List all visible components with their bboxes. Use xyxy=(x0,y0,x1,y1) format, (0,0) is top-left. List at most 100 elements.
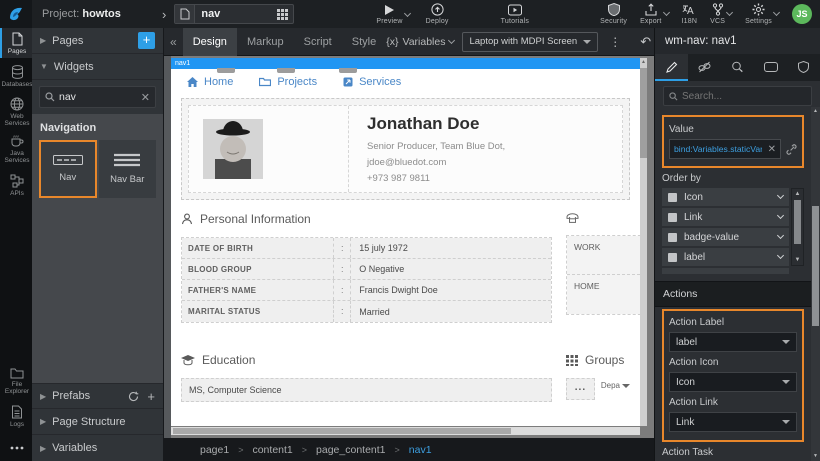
sidebar-item-web-services[interactable]: Web Services xyxy=(0,93,32,130)
add-page-button[interactable]: + xyxy=(138,32,155,49)
checkbox[interactable] xyxy=(668,233,677,242)
widget-search-input[interactable] xyxy=(59,91,137,103)
contact-section[interactable]: WORK HOME xyxy=(566,212,630,323)
chevron-down-icon[interactable] xyxy=(777,212,784,219)
widgets-accordion-header[interactable]: ▼ Widgets xyxy=(32,54,163,80)
variables-accordion-header[interactable]: ▶ Variables xyxy=(32,435,163,461)
education-row[interactable]: MS, Computer Science xyxy=(181,378,552,402)
tab-design[interactable]: Design xyxy=(183,28,237,56)
profile-panel[interactable]: Jonathan Doe Senior Producer, Team Blue … xyxy=(181,98,630,200)
vcs-button[interactable]: VCS xyxy=(710,3,725,25)
clear-binding-icon[interactable]: ✕ xyxy=(764,144,780,155)
pages-grid-icon[interactable] xyxy=(271,9,293,20)
chevron-down-icon[interactable] xyxy=(777,192,784,199)
tab-properties[interactable] xyxy=(655,54,688,81)
order-by-item-badge-value[interactable]: badge-value xyxy=(662,228,789,246)
chevron-down-icon[interactable] xyxy=(777,252,784,259)
preview-button[interactable]: Preview xyxy=(376,4,402,25)
order-by-item-clipped[interactable] xyxy=(662,268,789,274)
tab-events[interactable] xyxy=(721,54,754,81)
tutorials-button[interactable]: Tutorials xyxy=(501,4,529,25)
nav-item-projects[interactable]: Projects xyxy=(259,76,317,88)
settings-button[interactable]: Settings xyxy=(745,3,772,25)
deploy-button[interactable]: Deploy xyxy=(426,3,449,25)
add-prefab-button[interactable]: + xyxy=(147,391,155,402)
refresh-icon[interactable] xyxy=(128,391,139,402)
device-selector[interactable]: Laptop with MDPI Screen xyxy=(462,32,598,52)
table-row[interactable]: BLOOD GROUP : O Negative xyxy=(182,259,551,280)
nav-item-home[interactable]: Home xyxy=(187,76,233,88)
breadcrumb-item-current[interactable]: nav1 xyxy=(409,444,432,456)
collapse-left-panel-button[interactable]: « xyxy=(164,35,183,49)
order-by-item-icon[interactable]: Icon xyxy=(662,188,789,206)
scroll-up-arrow[interactable]: ▲ xyxy=(811,107,820,116)
vertical-scroll-thumb[interactable] xyxy=(640,68,647,158)
education-section[interactable]: Education MS, Computer Science xyxy=(181,353,552,402)
checkbox[interactable] xyxy=(668,213,677,222)
table-row[interactable]: MARITAL STATUS : Married xyxy=(182,301,551,322)
sidebar-item-apis[interactable]: APIs xyxy=(0,167,32,202)
i18n-button[interactable]: A I18N xyxy=(682,4,698,25)
drag-handle[interactable] xyxy=(339,68,357,73)
tab-devices[interactable] xyxy=(754,54,787,81)
scroll-up-arrow[interactable]: ▲ xyxy=(640,58,647,66)
clear-search-icon[interactable]: ✕ xyxy=(141,91,150,104)
contact-row-work[interactable]: WORK xyxy=(567,236,640,275)
horizontal-scroll-thumb[interactable] xyxy=(173,428,511,434)
table-row[interactable]: DATE OF BIRTH : 15 july 1972 xyxy=(182,238,551,259)
page-switcher[interactable]: nav xyxy=(174,4,294,24)
tab-markup[interactable]: Markup xyxy=(237,28,294,56)
checkbox[interactable] xyxy=(668,253,677,262)
drag-handle[interactable] xyxy=(217,68,235,73)
widget-tile-nav[interactable]: Nav xyxy=(39,140,97,198)
groups-section[interactable]: Groups ... Depa xyxy=(566,353,630,402)
sidebar-item-logs[interactable]: Logs xyxy=(0,398,32,433)
breadcrumb-item[interactable]: page_content1 xyxy=(316,444,385,456)
tab-style[interactable]: Style xyxy=(342,28,386,56)
tab-styles[interactable] xyxy=(688,54,721,81)
prefabs-accordion-header[interactable]: ▶ Prefabs + xyxy=(32,383,163,409)
wavemaker-logo[interactable] xyxy=(0,0,32,28)
sidebar-item-pages[interactable]: Pages xyxy=(0,28,32,58)
scroll-thumb[interactable] xyxy=(794,200,801,244)
actions-section-header[interactable]: Actions xyxy=(655,281,820,307)
preview-chevron-icon[interactable] xyxy=(404,9,411,16)
checkbox[interactable] xyxy=(668,193,677,202)
page-preview[interactable]: nav1 Home Projects xyxy=(171,58,640,426)
canvas-vertical-scrollbar[interactable]: ▲ xyxy=(640,58,647,426)
properties-search-input[interactable] xyxy=(682,91,806,102)
order-by-item-link[interactable]: Link xyxy=(662,208,789,226)
scroll-down-arrow[interactable]: ▼ xyxy=(792,255,803,265)
order-by-item-label[interactable]: label xyxy=(662,248,789,266)
action-label-select[interactable]: label xyxy=(669,332,797,352)
canvas-horizontal-scrollbar[interactable] xyxy=(171,427,640,435)
settings-chevron-icon[interactable] xyxy=(773,9,780,16)
action-icon-select[interactable]: Icon xyxy=(669,372,797,392)
chevron-down-icon[interactable] xyxy=(777,232,784,239)
vcs-chevron-icon[interactable] xyxy=(726,9,733,16)
nav-item-services[interactable]: Services xyxy=(343,76,401,88)
bind-link-icon[interactable] xyxy=(786,144,797,155)
export-chevron-icon[interactable] xyxy=(662,9,669,16)
scroll-thumb[interactable] xyxy=(812,206,819,326)
page-structure-accordion-header[interactable]: ▶ Page Structure xyxy=(32,409,163,435)
rail-more-button[interactable] xyxy=(0,433,32,461)
order-by-scrollbar[interactable]: ▲ ▼ xyxy=(791,188,804,266)
breadcrumb-item[interactable]: content1 xyxy=(252,444,292,456)
sidebar-item-file-explorer[interactable]: File Explorer xyxy=(0,363,32,398)
pages-accordion-header[interactable]: ▶ Pages + xyxy=(32,28,163,54)
groups-dots-box[interactable]: ... xyxy=(566,378,595,400)
sidebar-item-databases[interactable]: Databases xyxy=(0,58,32,93)
user-avatar[interactable]: JS xyxy=(792,4,812,24)
undo-button[interactable]: ↶ xyxy=(636,34,655,50)
value-binding-input[interactable] xyxy=(670,144,764,154)
widget-tile-nav-bar[interactable]: Nav Bar xyxy=(99,140,157,198)
security-button[interactable]: Security xyxy=(600,3,627,25)
action-link-select[interactable]: Link xyxy=(669,412,797,432)
scroll-up-arrow[interactable]: ▲ xyxy=(792,189,803,199)
properties-scrollbar[interactable]: ▲ ▼ xyxy=(811,107,820,461)
breadcrumb-item[interactable]: page1 xyxy=(200,444,229,456)
more-options-kebab-icon[interactable]: ⋮ xyxy=(604,35,626,49)
table-row[interactable]: FATHER'S NAME : Francis Dwight Doe xyxy=(182,280,551,301)
scroll-down-arrow[interactable]: ▼ xyxy=(811,452,820,461)
